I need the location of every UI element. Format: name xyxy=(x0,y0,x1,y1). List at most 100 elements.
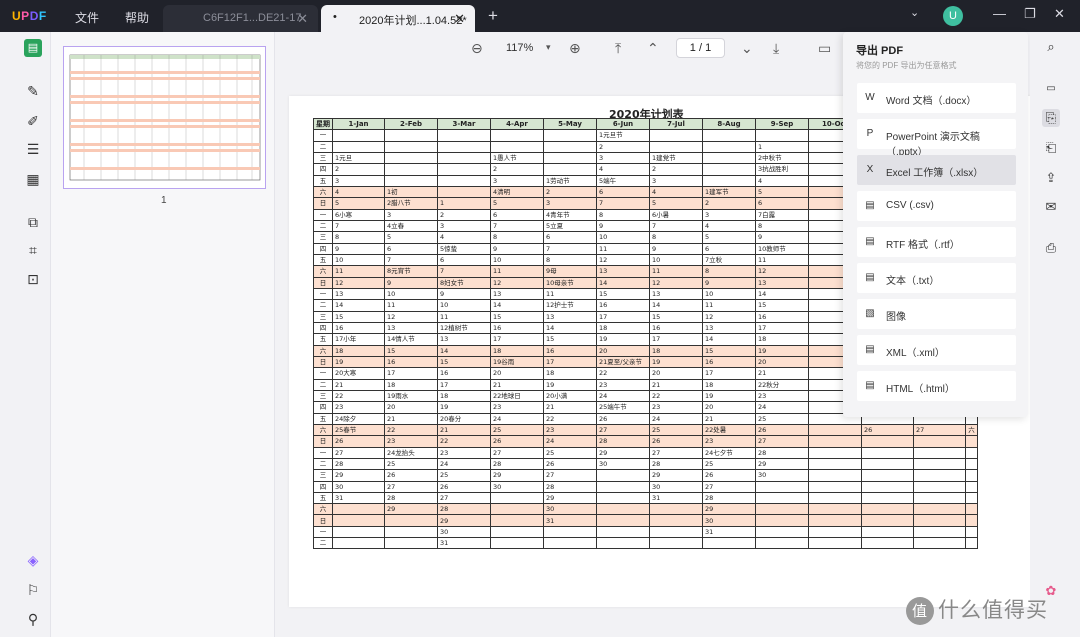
table-cell: 10母亲节 xyxy=(543,276,597,289)
table-cell: 11 xyxy=(755,253,809,267)
table-cell: 20 xyxy=(490,367,544,380)
attachment-icon[interactable]: ⚲ xyxy=(24,610,42,628)
thumbnail-preview-image xyxy=(69,54,261,181)
zoom-out-icon[interactable]: ⊖ xyxy=(471,40,483,57)
redact-icon[interactable]: ▦ xyxy=(24,170,42,188)
table-cell: 4 xyxy=(755,174,809,187)
table-cell: 30 xyxy=(332,480,385,493)
presentation-icon[interactable]: ▭ xyxy=(818,40,831,57)
export-option-csv[interactable]: ▤ CSV (.csv) xyxy=(857,191,1016,221)
form-icon[interactable]: ☰ xyxy=(24,140,42,158)
table-cell xyxy=(913,469,966,482)
minimize-icon[interactable]: — xyxy=(993,6,1006,21)
bookmark-icon[interactable]: ⚐ xyxy=(24,581,42,599)
zoom-in-icon[interactable]: ⊕ xyxy=(569,40,581,57)
table-cell xyxy=(543,163,597,176)
first-page-icon[interactable]: ⤒ xyxy=(615,40,621,57)
table-cell xyxy=(913,537,966,550)
table-cell: 3 xyxy=(384,208,438,221)
table-cell: 29 xyxy=(596,446,650,459)
table-cell: 9 xyxy=(755,231,809,244)
table-cell: 19 xyxy=(543,378,597,391)
save-icon[interactable]: ⎙ xyxy=(1042,239,1060,257)
weekday-cell: 六 xyxy=(313,503,333,516)
export-option-rtf[interactable]: ▤ RTF 格式（.rtf） xyxy=(857,227,1016,257)
weekday-cell: 四 xyxy=(313,480,333,493)
export-option-text[interactable]: ▤ 文本（.txt） xyxy=(857,263,1016,293)
close-tab-icon[interactable]: ✕ xyxy=(297,11,308,27)
comment-icon[interactable]: ✎ xyxy=(24,82,42,100)
table-cell: 14 xyxy=(543,321,597,335)
export-option-image[interactable]: ▧ 图像 xyxy=(857,299,1016,329)
export-option-word[interactable]: W Word 文档（.docx） xyxy=(857,83,1016,113)
table-cell: 18 xyxy=(702,378,756,391)
search-icon[interactable]: ⌕ xyxy=(1042,38,1060,56)
table-cell: 21 xyxy=(702,412,756,425)
table-cell: 28 xyxy=(543,480,597,493)
table-cell xyxy=(437,185,491,199)
table-cell: 17 xyxy=(384,367,438,380)
table-cell: 1 xyxy=(437,197,491,210)
table-cell: 3 xyxy=(332,174,385,187)
table-cell: 9母 xyxy=(543,265,597,278)
table-cell: 13 xyxy=(332,287,385,301)
export-option-xml[interactable]: ▤ XML（.xml） xyxy=(857,335,1016,365)
export-pdf-icon[interactable]: ⎘ xyxy=(1042,109,1060,127)
table-cell: 19 xyxy=(596,333,650,346)
table-cell: 15 xyxy=(755,299,809,312)
table-cell: 18 xyxy=(755,333,809,346)
table-cell xyxy=(702,537,756,550)
table-cell: 3 xyxy=(649,174,703,187)
export-option-html[interactable]: ▤ HTML（.html） xyxy=(857,371,1016,401)
table-cell: 1愚人节 xyxy=(490,151,544,165)
table-cell: 4 xyxy=(437,231,491,244)
ocr-icon[interactable]: ⊡ xyxy=(24,270,42,288)
table-cell xyxy=(702,174,756,187)
zoom-level[interactable]: 117% xyxy=(506,42,533,54)
menu-file[interactable]: 文件 xyxy=(75,9,99,26)
restore-icon[interactable]: ❐ xyxy=(1024,6,1036,22)
table-cell xyxy=(965,480,978,493)
ocr-text-icon[interactable]: ▭ xyxy=(1042,80,1060,98)
table-cell: 23 xyxy=(649,401,703,414)
page-thumbnail[interactable] xyxy=(63,46,266,189)
close-window-icon[interactable]: ✕ xyxy=(1054,6,1065,22)
table-cell: 11 xyxy=(437,310,491,323)
table-cell: 20 xyxy=(649,367,703,380)
table-cell: 10 xyxy=(596,231,650,244)
table-cell xyxy=(861,491,914,505)
export-option-excel[interactable]: X Excel 工作簿（.xlsx） xyxy=(857,155,1016,185)
close-tab-icon[interactable]: ✕ xyxy=(454,11,465,27)
last-page-icon[interactable]: ⤓ xyxy=(773,40,779,57)
edit-pdf-icon[interactable]: ✐ xyxy=(24,112,42,130)
table-cell: 18 xyxy=(437,389,491,403)
updf-logo[interactable]: UPDF xyxy=(12,9,47,23)
previous-page-icon[interactable]: ⌃ xyxy=(647,40,659,57)
page-number-input[interactable]: 1 / 1 xyxy=(676,38,725,58)
reader-mode-icon[interactable]: ▤ xyxy=(24,39,42,57)
table-cell: 3 xyxy=(543,197,597,210)
tab-document-2[interactable]: • 2020年计划...1.04.52* ✕ xyxy=(321,5,475,32)
layers-icon[interactable]: ◈ xyxy=(24,551,42,569)
table-cell: 3 xyxy=(437,219,491,233)
table-cell xyxy=(965,537,978,550)
share-icon[interactable]: ⇪ xyxy=(1042,169,1060,187)
avatar[interactable]: U xyxy=(943,6,963,26)
protect-icon[interactable]: ⎗ xyxy=(1042,139,1060,157)
table-cell: 23 xyxy=(543,423,597,437)
chevron-down-icon[interactable]: ▾ xyxy=(546,42,551,53)
crop-icon[interactable]: ⌗ xyxy=(24,241,42,259)
organize-pages-icon[interactable]: ⧉ xyxy=(24,213,42,231)
tab-document-1[interactable]: C6F12F1...DE21-17 ✕ xyxy=(163,5,318,32)
table-cell: 1 xyxy=(755,140,809,153)
email-icon[interactable]: ✉ xyxy=(1042,198,1060,216)
weekday-cell: 二 xyxy=(313,537,333,550)
export-option-powerpoint[interactable]: P PowerPoint 演示文稿（.pptx） xyxy=(857,119,1016,158)
menu-help[interactable]: 帮助 xyxy=(125,9,149,26)
table-cell: 12 xyxy=(490,276,544,289)
table-cell: 11 xyxy=(649,265,703,278)
chevron-down-icon[interactable]: ⌄ xyxy=(910,6,919,19)
table-cell: 28 xyxy=(332,457,385,471)
new-tab-icon[interactable]: + xyxy=(488,6,498,26)
next-page-icon[interactable]: ⌄ xyxy=(741,40,753,57)
